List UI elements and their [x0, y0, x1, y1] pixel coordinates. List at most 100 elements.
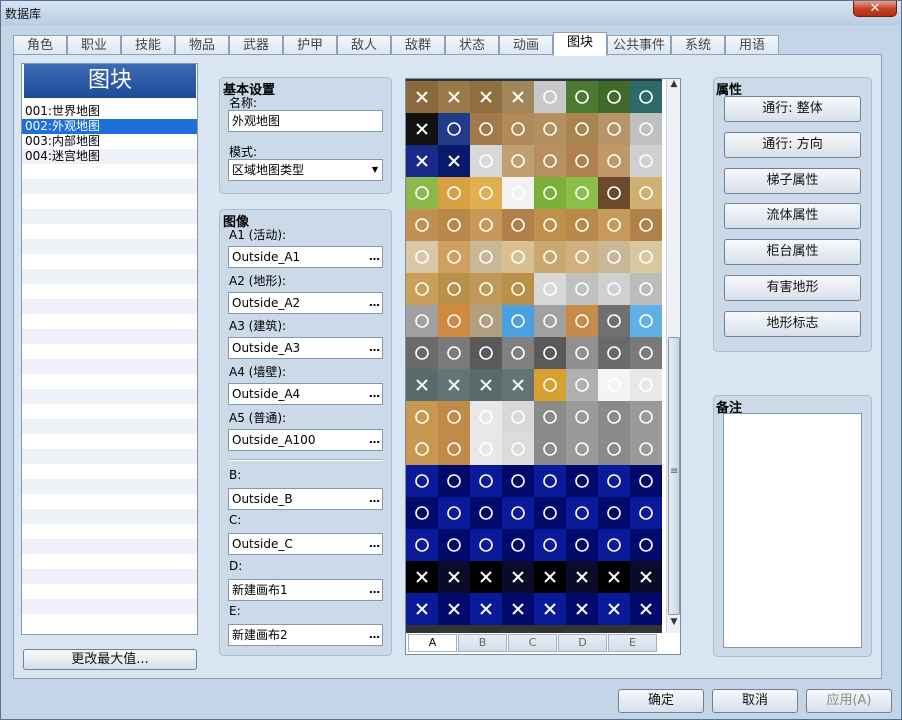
tile[interactable]	[406, 497, 438, 529]
tile[interactable]	[598, 81, 630, 113]
tile[interactable]	[438, 305, 470, 337]
tile-grid[interactable]	[406, 79, 662, 633]
tile[interactable]	[534, 209, 566, 241]
tile[interactable]	[534, 113, 566, 145]
change-max-button[interactable]: 更改最大值...	[23, 649, 197, 670]
tile-page-tab-D[interactable]: D	[558, 634, 607, 652]
list-item-empty[interactable]	[22, 599, 197, 614]
browse-icon[interactable]: …	[369, 489, 380, 509]
list-item-empty[interactable]	[22, 329, 197, 344]
list-item[interactable]: 002:外观地图	[22, 119, 197, 134]
tile[interactable]	[438, 273, 470, 305]
tile-scrollbar[interactable]: ▲ ≡ ▼	[666, 79, 680, 633]
tile[interactable]	[598, 401, 630, 433]
tile[interactable]	[470, 145, 502, 177]
tile-page-tab-B[interactable]: B	[458, 634, 507, 652]
list-item-empty[interactable]	[22, 539, 197, 554]
attribute-button-6[interactable]: 地形标志	[724, 310, 861, 337]
list-item-empty[interactable]	[22, 299, 197, 314]
tile[interactable]	[438, 465, 470, 497]
close-button[interactable]: ✕	[853, 1, 897, 17]
tile[interactable]	[502, 337, 534, 369]
tile[interactable]	[406, 273, 438, 305]
browse-icon[interactable]: …	[369, 384, 380, 404]
tile[interactable]	[470, 113, 502, 145]
tile[interactable]	[630, 241, 662, 273]
tile[interactable]	[598, 369, 630, 401]
browse-icon[interactable]: …	[369, 338, 380, 358]
browse-icon[interactable]: …	[369, 247, 380, 267]
tile[interactable]	[630, 209, 662, 241]
tile[interactable]	[502, 401, 534, 433]
tile[interactable]	[534, 177, 566, 209]
list-item-empty[interactable]	[22, 314, 197, 329]
attribute-button-4[interactable]: 柜台属性	[724, 239, 861, 266]
tile[interactable]	[534, 497, 566, 529]
tile[interactable]	[534, 273, 566, 305]
tile[interactable]	[566, 177, 598, 209]
tab-13[interactable]: 用语	[725, 35, 779, 55]
list-item-empty[interactable]	[22, 239, 197, 254]
tile[interactable]	[502, 529, 534, 561]
tile[interactable]	[438, 241, 470, 273]
list-item-empty[interactable]	[22, 224, 197, 239]
tile[interactable]	[406, 241, 438, 273]
tile[interactable]	[566, 433, 598, 465]
tileset-list[interactable]: 001:世界地图 002:外观地图 003:内部地图 004:迷宫地图	[22, 104, 197, 614]
list-item-empty[interactable]	[22, 449, 197, 464]
tile[interactable]	[406, 433, 438, 465]
tile[interactable]	[470, 337, 502, 369]
tab-2[interactable]: 技能	[121, 35, 175, 55]
mode-select[interactable]: 区域地图类型 ▼	[228, 159, 383, 181]
tile[interactable]	[566, 305, 598, 337]
tile[interactable]	[502, 145, 534, 177]
tile[interactable]	[630, 81, 662, 113]
tile[interactable]	[438, 433, 470, 465]
tile[interactable]	[502, 241, 534, 273]
tile[interactable]	[598, 209, 630, 241]
tab-5[interactable]: 护甲	[283, 35, 337, 55]
scroll-down-icon[interactable]: ▼	[667, 617, 680, 631]
tile[interactable]	[566, 497, 598, 529]
tile[interactable]	[566, 337, 598, 369]
browse-icon[interactable]: …	[369, 430, 380, 450]
attribute-button-3[interactable]: 流体属性	[724, 203, 861, 230]
image-field-5[interactable]: Outside_B…	[228, 488, 383, 510]
list-item-empty[interactable]	[22, 344, 197, 359]
tile[interactable]	[598, 113, 630, 145]
list-item-empty[interactable]	[22, 494, 197, 509]
attribute-button-1[interactable]: 通行: 方向	[724, 131, 861, 158]
tile[interactable]	[502, 113, 534, 145]
list-item-empty[interactable]	[22, 509, 197, 524]
tile[interactable]	[566, 369, 598, 401]
tile[interactable]	[534, 401, 566, 433]
tile-page-tab-C[interactable]: C	[508, 634, 557, 652]
tile[interactable]	[502, 209, 534, 241]
tab-4[interactable]: 武器	[229, 35, 283, 55]
tile[interactable]	[566, 241, 598, 273]
tile[interactable]	[630, 401, 662, 433]
tile[interactable]	[630, 113, 662, 145]
tile[interactable]	[438, 529, 470, 561]
tile[interactable]	[406, 529, 438, 561]
browse-icon[interactable]: …	[369, 580, 380, 600]
attribute-button-2[interactable]: 梯子属性	[724, 167, 861, 194]
tile[interactable]	[598, 465, 630, 497]
tile[interactable]	[438, 497, 470, 529]
list-item-empty[interactable]	[22, 404, 197, 419]
tile[interactable]	[438, 177, 470, 209]
notes-textarea[interactable]	[723, 413, 862, 648]
tab-12[interactable]: 系统	[671, 35, 725, 55]
tile[interactable]	[534, 81, 566, 113]
image-field-8[interactable]: 新建画布2…	[228, 624, 383, 646]
ok-button[interactable]: 确定	[618, 689, 704, 713]
list-item[interactable]: 001:世界地图	[22, 104, 197, 119]
list-item-empty[interactable]	[22, 194, 197, 209]
tile[interactable]	[406, 337, 438, 369]
browse-icon[interactable]: …	[369, 293, 380, 313]
tile[interactable]	[598, 177, 630, 209]
list-item-empty[interactable]	[22, 554, 197, 569]
tile[interactable]	[438, 337, 470, 369]
tile[interactable]	[470, 433, 502, 465]
tile[interactable]	[470, 465, 502, 497]
